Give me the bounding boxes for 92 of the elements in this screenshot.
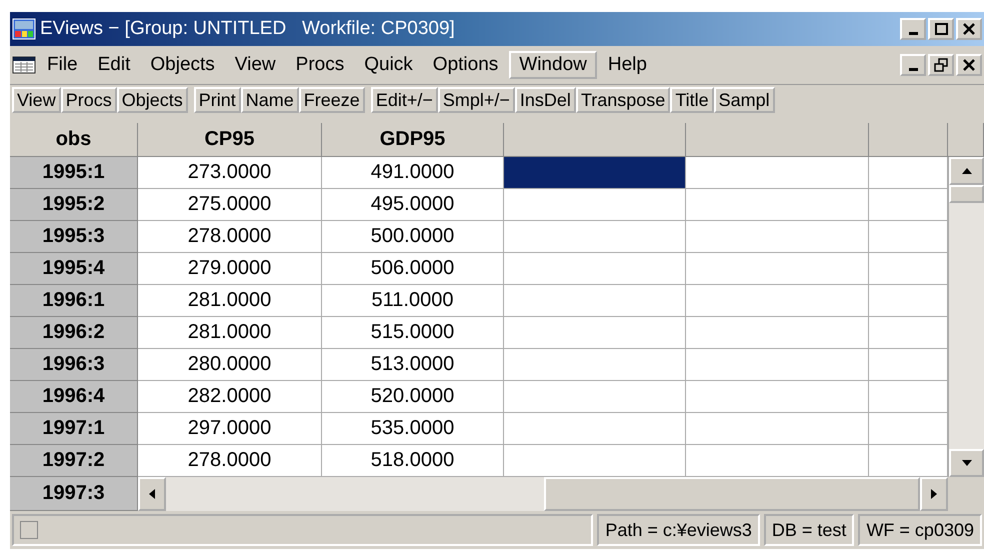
table-cell: 279.0000 bbox=[138, 253, 322, 285]
table-cell: 513.0000 bbox=[322, 349, 504, 381]
scrollbar-thumb[interactable] bbox=[949, 185, 984, 203]
column-header: GDP95 bbox=[322, 123, 504, 157]
table-cell: 281.0000 bbox=[138, 317, 322, 349]
row-header: 1996:1 bbox=[10, 285, 138, 317]
row-header: 1995:3 bbox=[10, 221, 138, 253]
vertical-scrollbar[interactable] bbox=[948, 157, 984, 477]
status-text: WF = cp0309 bbox=[858, 514, 982, 546]
close-button[interactable] bbox=[956, 18, 982, 40]
document-icon bbox=[12, 56, 36, 74]
app-icon bbox=[12, 18, 36, 40]
row-header: 1995:4 bbox=[10, 253, 138, 285]
minimize-icon bbox=[908, 32, 918, 35]
close-icon bbox=[962, 22, 976, 36]
row-header: 1996:4 bbox=[10, 381, 138, 413]
table-cell[interactable] bbox=[504, 221, 686, 253]
window-title: EViews − [Group: UNTITLED Workfile: CP0309] bbox=[40, 18, 456, 40]
selected-cell[interactable] bbox=[504, 157, 686, 189]
scroll-left-button[interactable] bbox=[138, 477, 166, 511]
status-text: DB = test bbox=[764, 514, 854, 546]
table-cell: 520.0000 bbox=[322, 381, 504, 413]
scroll-up-button[interactable] bbox=[949, 157, 984, 185]
scrollbar-thumb[interactable] bbox=[544, 477, 920, 511]
table-cell: 278.0000 bbox=[138, 221, 322, 253]
minimize-button[interactable] bbox=[900, 54, 926, 76]
table-cell[interactable] bbox=[504, 413, 686, 445]
toolbar-button[interactable]: Procs bbox=[60, 87, 117, 113]
table-cell: 495.0000 bbox=[322, 189, 504, 221]
row-header: 1996:3 bbox=[10, 349, 138, 381]
restore-button[interactable] bbox=[928, 54, 954, 76]
menu-item[interactable]: Procs bbox=[286, 52, 354, 78]
table-cell: 278.0000 bbox=[138, 445, 322, 477]
minimize-button[interactable] bbox=[900, 18, 926, 40]
toolbar-button[interactable]: Smpl+/− bbox=[438, 87, 515, 113]
table-cell[interactable] bbox=[504, 381, 686, 413]
close-button[interactable] bbox=[956, 54, 982, 76]
menu-item[interactable]: Edit bbox=[88, 52, 140, 78]
menu-item[interactable]: File bbox=[38, 52, 87, 78]
table-cell: 506.0000 bbox=[322, 253, 504, 285]
toolbar-button[interactable]: Transpose bbox=[576, 87, 670, 113]
table-cell[interactable] bbox=[504, 253, 686, 285]
row-header: 1997:2 bbox=[10, 445, 138, 477]
table-cell: 281.0000 bbox=[138, 285, 322, 317]
table-cell: 515.0000 bbox=[322, 317, 504, 349]
row-header: 1995:1 bbox=[10, 157, 138, 189]
table-cell: 280.0000 bbox=[138, 349, 322, 381]
menu-item[interactable]: Options bbox=[424, 52, 508, 78]
table-cell: 282.0000 bbox=[138, 381, 322, 413]
table-cell: 297.0000 bbox=[138, 413, 322, 445]
row-header: 1997:3 bbox=[10, 477, 138, 511]
toolbar-button[interactable]: Title bbox=[670, 87, 714, 113]
toolbar-button[interactable]: Print bbox=[194, 87, 241, 113]
table-cell: 500.0000 bbox=[322, 221, 504, 253]
column-header: CP95 bbox=[138, 123, 322, 157]
toolbar-button[interactable]: InsDel bbox=[514, 87, 576, 113]
toolbar-button[interactable]: Freeze bbox=[298, 87, 365, 113]
toolbar-button[interactable]: Sampl bbox=[714, 87, 775, 113]
menu-item[interactable]: Help bbox=[598, 52, 656, 78]
scroll-right-button[interactable] bbox=[920, 477, 948, 511]
table-cell[interactable] bbox=[504, 285, 686, 317]
table-cell: 491.0000 bbox=[322, 157, 504, 189]
table-cell[interactable] bbox=[504, 189, 686, 221]
table-cell: 275.0000 bbox=[138, 189, 322, 221]
table-cell[interactable] bbox=[504, 349, 686, 381]
minimize-icon bbox=[908, 68, 918, 71]
table-cell: 518.0000 bbox=[322, 445, 504, 477]
row-header: 1996:2 bbox=[10, 317, 138, 349]
status-indicator bbox=[20, 521, 38, 539]
table-cell: 535.0000 bbox=[322, 413, 504, 445]
status-text: Path = c:¥eviews3 bbox=[597, 514, 760, 546]
scroll-down-button[interactable] bbox=[949, 449, 984, 477]
menu-item[interactable]: Window bbox=[509, 51, 597, 79]
row-header: 1995:2 bbox=[10, 189, 138, 221]
maximize-icon bbox=[934, 22, 948, 36]
close-icon bbox=[962, 58, 976, 72]
menu-item[interactable]: View bbox=[226, 52, 285, 78]
table-cell: 273.0000 bbox=[138, 157, 322, 189]
maximize-button[interactable] bbox=[928, 18, 954, 40]
restore-icon bbox=[934, 58, 948, 72]
toolbar-button[interactable]: View bbox=[12, 87, 61, 113]
table-cell[interactable] bbox=[504, 317, 686, 349]
horizontal-scrollbar[interactable] bbox=[138, 477, 948, 511]
menu-item[interactable]: Quick bbox=[355, 52, 422, 78]
row-header: 1997:1 bbox=[10, 413, 138, 445]
table-cell[interactable] bbox=[504, 445, 686, 477]
column-header: obs bbox=[10, 123, 138, 157]
toolbar-button[interactable]: Edit+/− bbox=[370, 87, 438, 113]
menu-item[interactable]: Objects bbox=[141, 52, 224, 78]
table-cell: 511.0000 bbox=[322, 285, 504, 317]
toolbar-button[interactable]: Name bbox=[240, 87, 299, 113]
toolbar-button[interactable]: Objects bbox=[116, 87, 188, 113]
